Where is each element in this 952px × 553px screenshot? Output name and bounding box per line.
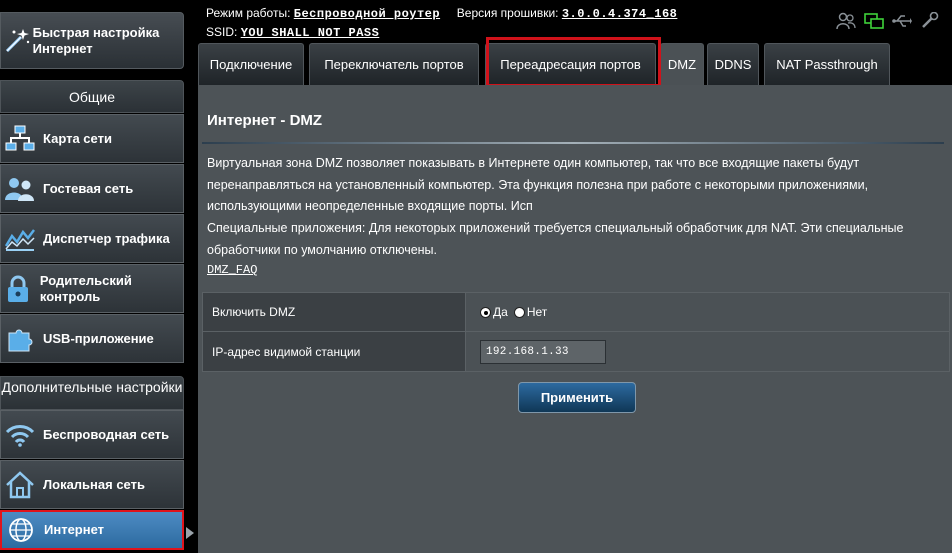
description-line: обработчики по умолчанию отключены.	[207, 242, 438, 257]
apply-button[interactable]: Применить	[518, 382, 636, 413]
sidebar-item-label: Родительский контроль	[39, 272, 132, 304]
settings-table: Включить DMZ Да Нет IP-адрес видимой ста…	[202, 292, 950, 372]
radio-yes-label[interactable]: Да	[493, 305, 508, 319]
sidebar-item-network-map[interactable]: Карта сети	[0, 114, 184, 163]
enable-dmz-value: Да Нет	[466, 293, 949, 331]
sidebar-item-parental-control[interactable]: Родительский контроль	[0, 264, 184, 313]
sidebar-item-internet[interactable]: Интернет	[0, 510, 184, 550]
ssid-label: SSID:	[206, 25, 238, 39]
active-item-arrow	[186, 527, 194, 539]
table-row: Включить DMZ Да Нет	[203, 293, 949, 332]
sidebar-item-label: Интернет	[44, 522, 105, 537]
radio-no-label[interactable]: Нет	[527, 305, 547, 319]
advanced-section-header: Дополнительные настройки	[0, 376, 184, 410]
dmz-faq-link[interactable]: DMZ_FAQ	[207, 263, 257, 277]
description-line: Виртуальная зона DMZ позволяет показыват…	[207, 156, 860, 170]
ssid-value-link[interactable]: YOU SHALL NOT PASS	[241, 26, 380, 40]
mode-label: Режим работы:	[206, 6, 291, 20]
general-section-header: Общие	[0, 80, 184, 113]
network-status-icon[interactable]	[864, 12, 884, 30]
wifi-icon	[1, 422, 39, 448]
radio-yes[interactable]	[480, 306, 491, 318]
status-icons	[836, 11, 940, 30]
radio-no[interactable]	[513, 306, 525, 318]
puzzle-icon	[1, 325, 39, 353]
description-line: Специальные приложения: Для некоторых пр…	[207, 221, 904, 236]
tab-dmz[interactable]: DMZ	[660, 43, 704, 85]
highlight-box	[486, 37, 661, 87]
sidebar-item-usb-app[interactable]: USB-приложение	[0, 314, 184, 363]
firmware-value-link[interactable]: 3.0.0.4.374_168	[562, 7, 678, 21]
users-icon[interactable]	[836, 12, 856, 30]
sidebar: Быстрая настройка Интернет Общие Карта с…	[0, 0, 194, 553]
quick-setup-button[interactable]: Быстрая настройка Интернет	[0, 12, 184, 69]
ip-address-input[interactable]: 192.168.1.33	[480, 339, 606, 364]
sidebar-item-label: Диспетчер трафика	[43, 230, 170, 246]
home-icon	[1, 470, 39, 499]
main-panel: Интернет - DMZ Виртуальная зона DMZ позв…	[198, 85, 952, 553]
description-line: использующими неопределенные входящие по…	[207, 199, 533, 214]
enable-dmz-label: Включить DMZ	[203, 293, 466, 331]
sidebar-item-label: Гостевая сеть	[43, 180, 134, 196]
globe-icon	[2, 517, 40, 543]
mode-value-link[interactable]: Беспроводной роутер	[294, 7, 440, 21]
sidebar-item-label: USB-приложение	[43, 330, 154, 346]
description-line: перенаправляться на установленный компью…	[207, 177, 869, 192]
sidebar-item-traffic-manager[interactable]: Диспетчер трафика	[0, 214, 184, 263]
ip-value-cell: 192.168.1.33	[466, 332, 949, 371]
description: Виртуальная зона DMZ позволяет показыват…	[207, 153, 937, 262]
traffic-manager-icon	[1, 226, 39, 252]
ssid-line: SSID: YOU SHALL NOT PASS	[206, 25, 379, 40]
sidebar-item-label: Беспроводная сеть	[43, 426, 170, 442]
tab-nat-passthrough[interactable]: NAT Passthrough	[764, 43, 890, 85]
table-row: IP-адрес видимой станции 192.168.1.33	[203, 332, 949, 371]
top-bar: Режим работы: Беспроводной роутер Версия…	[198, 0, 952, 42]
sidebar-item-label: Локальная сеть	[43, 476, 145, 492]
settings-icon[interactable]	[920, 11, 940, 30]
sidebar-item-lan[interactable]: Локальная сеть	[0, 460, 184, 509]
magic-wand-icon	[1, 26, 33, 56]
tab-port-switch[interactable]: Переключатель портов	[309, 43, 479, 85]
status-line: Режим работы: Беспроводной роутер Версия…	[206, 6, 677, 21]
sidebar-item-label: Карта сети	[43, 130, 112, 146]
sidebar-item-guest-network[interactable]: Гостевая сеть	[0, 164, 184, 213]
lock-icon	[1, 275, 36, 303]
usb-icon[interactable]	[892, 12, 912, 30]
page-title: Интернет - DMZ	[207, 112, 323, 129]
tab-connection[interactable]: Подключение	[198, 43, 304, 85]
tab-ddns[interactable]: DDNS	[707, 43, 759, 85]
firmware-label: Версия прошивки:	[456, 6, 559, 20]
title-divider	[202, 142, 944, 144]
sidebar-item-wireless[interactable]: Беспроводная сеть	[0, 410, 184, 459]
quick-setup-label: Быстрая настройка Интернет	[32, 24, 160, 56]
ip-label: IP-адрес видимой станции	[203, 332, 466, 371]
guest-network-icon	[1, 176, 39, 202]
network-map-icon	[1, 125, 39, 153]
